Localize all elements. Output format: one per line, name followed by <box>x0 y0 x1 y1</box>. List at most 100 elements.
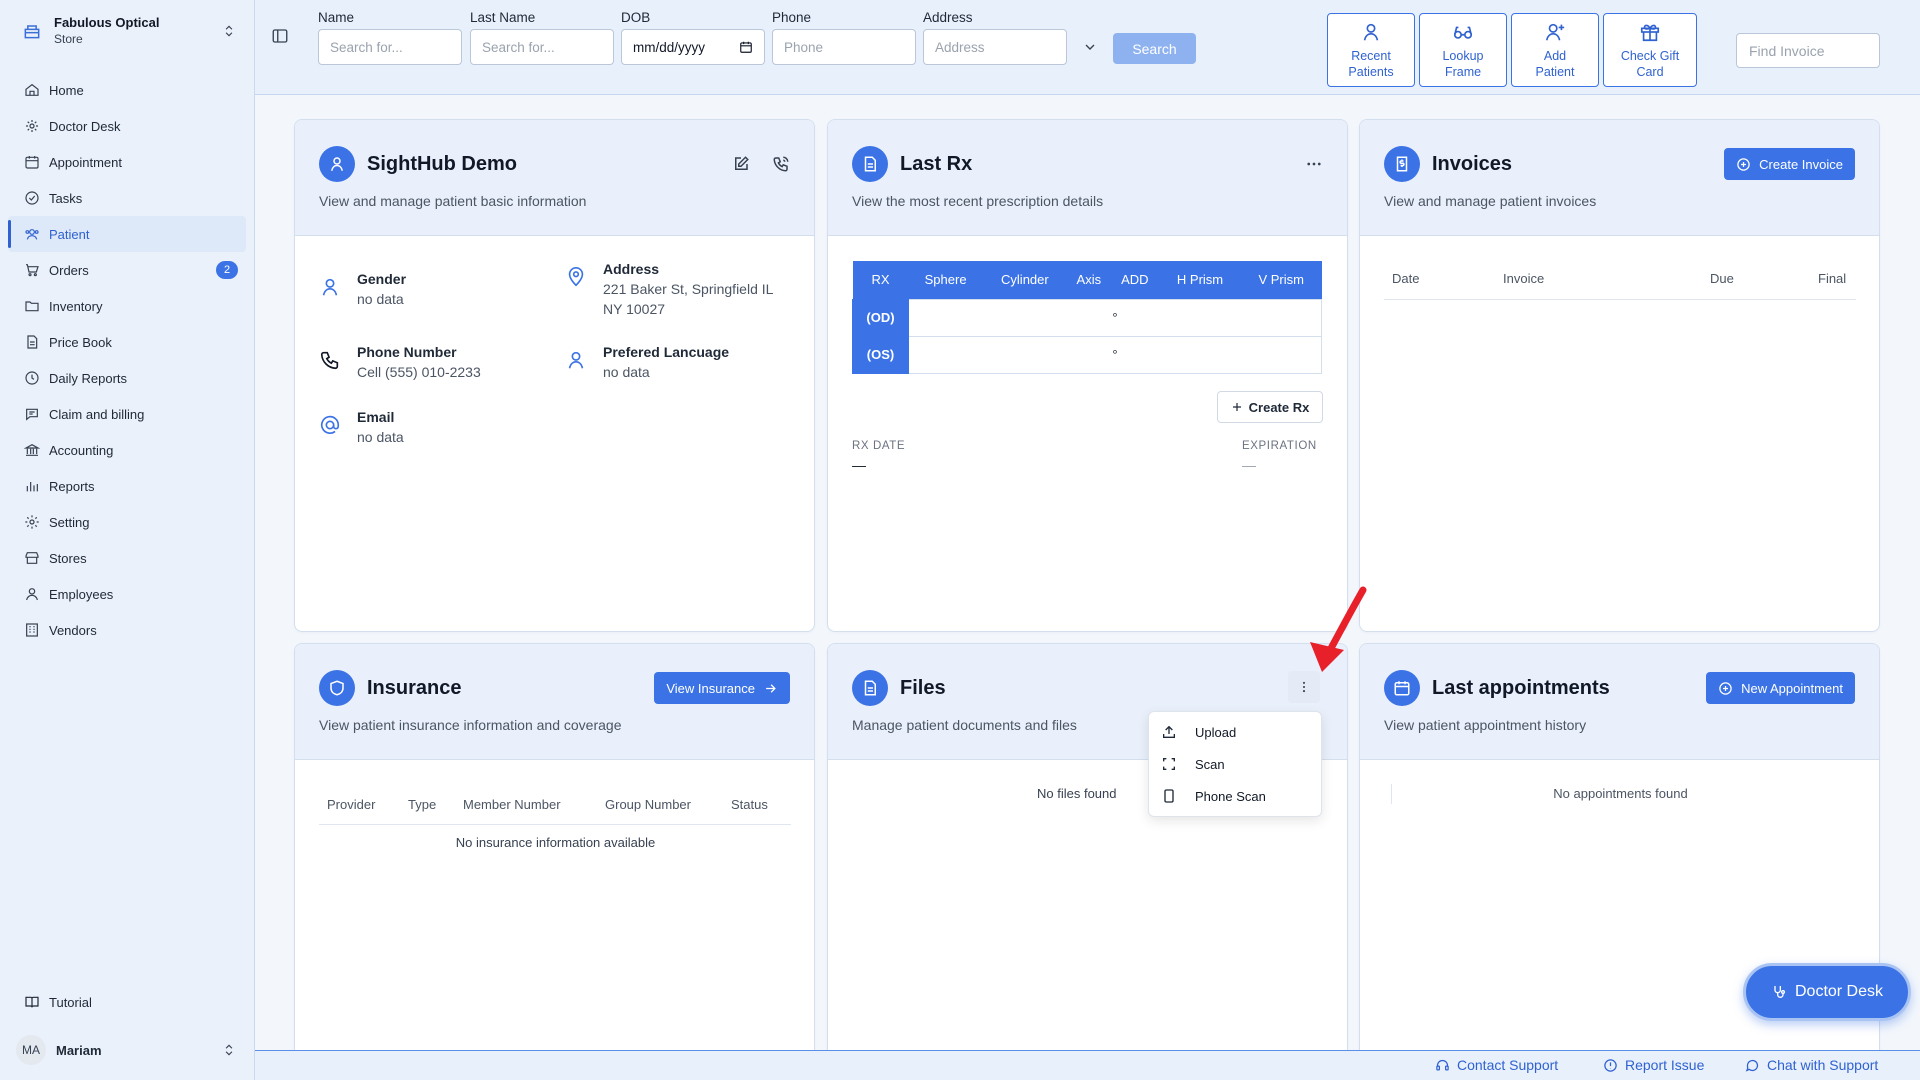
insurance-card-description: View patient insurance information and c… <box>319 717 622 733</box>
sidebar-item-vendors[interactable]: Vendors <box>8 612 246 648</box>
calendar-icon[interactable] <box>739 40 753 54</box>
create-rx-button[interactable]: Create Rx <box>1217 391 1323 423</box>
sidebar-item-patient[interactable]: Patient <box>8 216 246 252</box>
quick-label-line1: Check Gift <box>1620 49 1680 63</box>
bar-chart-icon <box>26 482 38 492</box>
sidebar-item-setting[interactable]: Setting <box>8 504 246 540</box>
view-insurance-button[interactable]: View Insurance <box>654 672 790 704</box>
menu-item-scan[interactable]: Scan <box>1149 748 1321 780</box>
sidebar-toggle-icon[interactable] <box>271 27 289 45</box>
quick-label-line2: Patients <box>1348 65 1394 79</box>
patient-info-card: SightHub Demo View and manage patient ba… <box>294 119 815 632</box>
document-icon <box>27 335 38 349</box>
user-icon <box>26 588 38 601</box>
find-invoice-input[interactable]: Find Invoice <box>1736 33 1880 68</box>
lookup-frame-button[interactable]: Lookup Frame <box>1419 13 1507 87</box>
patient-name-title: SightHub Demo <box>367 152 517 175</box>
create-invoice-label: Create Invoice <box>1759 156 1843 172</box>
table-row: (OS) ° <box>852 335 1322 374</box>
insurance-table-divider <box>319 824 791 825</box>
sidebar-item-home[interactable]: Home <box>8 72 246 108</box>
gender-label: Gender <box>357 271 407 287</box>
sidebar-item-label: Inventory <box>49 298 103 314</box>
store-switcher[interactable]: Fabulous Optical Store <box>0 0 254 62</box>
rx-card-header: Last Rx View the most recent prescriptio… <box>828 120 1347 236</box>
user-menu[interactable]: MA Mariam <box>0 1020 254 1080</box>
sidebar-item-doctor-desk[interactable]: Doctor Desk <box>8 108 246 144</box>
rx-col-header: Sphere <box>908 261 983 299</box>
recent-patients-button[interactable]: Recent Patients <box>1327 13 1415 87</box>
sidebar-item-label: Claim and billing <box>49 406 145 422</box>
language-info: Prefered Lancuage no data <box>565 343 729 382</box>
rx-date-label: RX DATE <box>852 440 906 452</box>
sidebar-item-employees[interactable]: Employees <box>8 576 246 612</box>
sidebar-item-reports[interactable]: Reports <box>8 468 246 504</box>
address-info: Address 221 Baker St, Springfield IL NY … <box>565 260 773 319</box>
quick-label-line2: Card <box>1636 65 1664 79</box>
sidebar-item-label: Patient <box>49 226 90 242</box>
phone-input[interactable]: Phone <box>772 29 916 65</box>
shield-icon <box>319 670 355 706</box>
menu-item-label: Phone Scan <box>1195 788 1266 804</box>
address-input[interactable]: Address <box>923 29 1067 65</box>
doctor-desk-floating-button[interactable]: Doctor Desk <box>1743 963 1911 1021</box>
report-issue-link[interactable]: Report Issue <box>1603 1057 1704 1073</box>
sidebar-item-inventory[interactable]: Inventory <box>8 288 246 324</box>
sidebar-item-accounting[interactable]: Accounting <box>8 432 246 468</box>
quick-label-line1: Add <box>1543 49 1567 63</box>
tutorial-link[interactable]: Tutorial <box>0 984 254 1020</box>
sidebar-item-label: Orders <box>49 262 89 278</box>
add-patient-button[interactable]: Add Patient <box>1511 13 1599 87</box>
patient-search-bar: Name Search for... Last Name Search for.… <box>255 0 1920 95</box>
calendar-icon <box>25 156 39 169</box>
sidebar-item-daily-reports[interactable]: Daily Reports <box>8 360 246 396</box>
sidebar-item-orders[interactable]: Orders 2 <box>8 252 246 288</box>
appointments-card-header: Last appointments New Appointment View p… <box>1360 644 1879 760</box>
sidebar-item-claim-and-billing[interactable]: Claim and billing <box>8 396 246 432</box>
create-invoice-button[interactable]: Create Invoice <box>1724 148 1855 180</box>
invoices-card-description: View and manage patient invoices <box>1384 193 1597 209</box>
language-value: no data <box>603 364 650 380</box>
rx-eye-label: (OD) <box>852 298 909 337</box>
invoice-col-date: Date <box>1392 271 1420 286</box>
name-input[interactable]: Search for... <box>318 29 462 65</box>
new-appointment-button[interactable]: New Appointment <box>1706 672 1855 704</box>
menu-item-upload[interactable]: Upload <box>1149 716 1321 748</box>
files-actions-menu: Upload Scan Phone Scan <box>1148 711 1322 817</box>
bank-icon <box>24 443 40 456</box>
sidebar-item-stores[interactable]: Stores <box>8 540 246 576</box>
gender-info: Gender no data <box>319 270 406 309</box>
chevron-down-icon[interactable] <box>1082 39 1098 55</box>
email-value: no data <box>357 429 404 445</box>
headset-icon <box>1436 1059 1449 1070</box>
insurance-col-group-number: Group Number <box>605 797 691 812</box>
insurance-card-header: Insurance View Insurance View patient in… <box>295 644 814 760</box>
address-field-group: Address Address <box>923 10 1067 65</box>
menu-item-phone-scan[interactable]: Phone Scan <box>1149 780 1321 812</box>
last-name-input[interactable]: Search for... <box>470 29 614 65</box>
contact-support-link[interactable]: Contact Support <box>1435 1057 1558 1073</box>
stethoscope-icon <box>26 120 38 132</box>
sidebar-item-appointment[interactable]: Appointment <box>8 144 246 180</box>
rx-col-header: Cylinder <box>982 261 1068 299</box>
calendar-icon <box>1384 670 1420 706</box>
sidebar-item-tasks[interactable]: Tasks <box>8 180 246 216</box>
clock-icon <box>25 371 39 385</box>
dob-input[interactable]: mm/dd/yyyy <box>621 29 765 65</box>
sidebar-item-price-book[interactable]: Price Book <box>8 324 246 360</box>
phone-call-icon[interactable] <box>772 155 790 173</box>
phone-label: Phone Number <box>357 344 457 360</box>
chat-with-support-link[interactable]: Chat with Support <box>1745 1057 1878 1073</box>
address-label: Address <box>603 261 660 277</box>
search-button[interactable]: Search <box>1113 33 1196 64</box>
sidebar-item-label: Tasks <box>49 190 83 206</box>
rx-col-header: V Prism <box>1240 261 1322 299</box>
create-rx-label: Create Rx <box>1248 399 1310 415</box>
address-label: Address <box>923 10 973 25</box>
insurance-col-type: Type <box>408 797 437 812</box>
check-gift-card-button[interactable]: Check Gift Card <box>1603 13 1697 87</box>
doctor-desk-label: Doctor Desk <box>1794 983 1884 1000</box>
cart-icon <box>26 264 39 277</box>
more-horizontal-icon[interactable] <box>1305 155 1323 173</box>
edit-icon[interactable] <box>732 155 750 173</box>
